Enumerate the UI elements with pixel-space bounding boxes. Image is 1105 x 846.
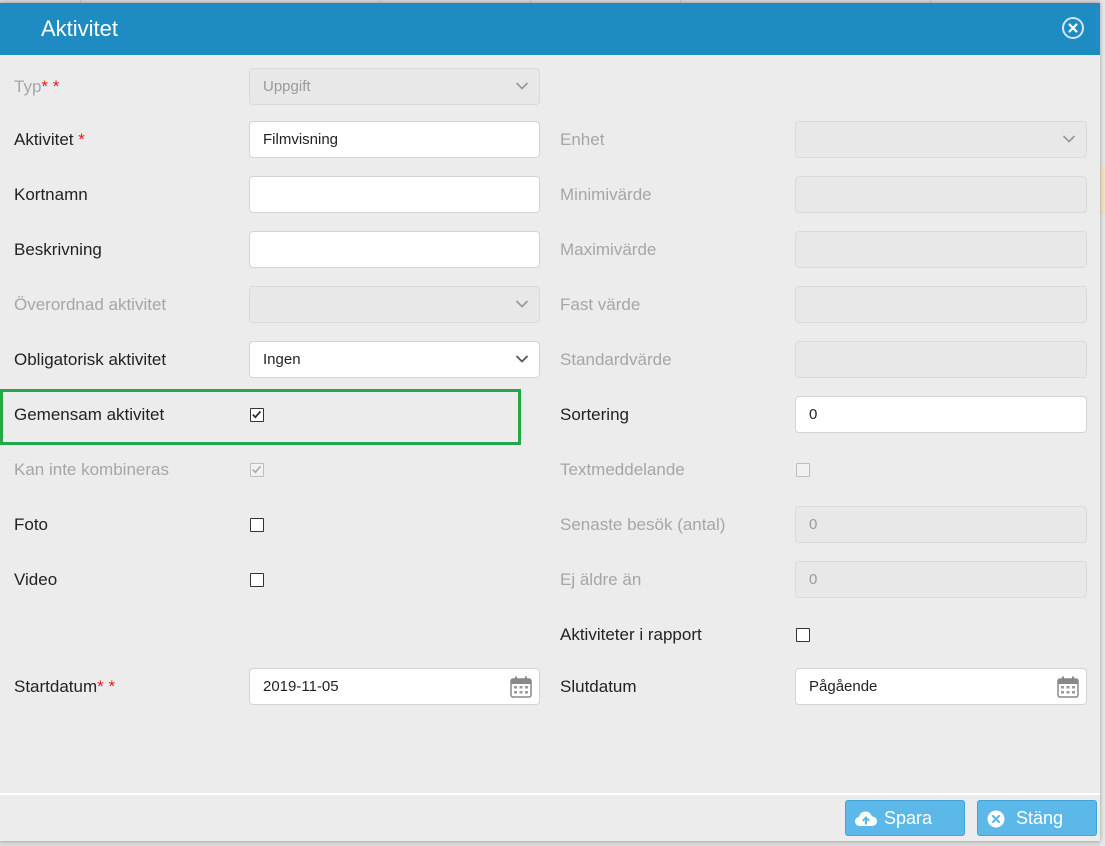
activity-dialog: Aktivitet Typ* * Uppgift Aktivitet * Fil…	[0, 3, 1100, 841]
kortnamn-label: Kortnamn	[14, 185, 88, 204]
calendar-icon[interactable]	[509, 675, 533, 699]
overordnad-label: Överordnad aktivitet	[14, 295, 167, 314]
textmeddelande-label: Textmeddelande	[560, 460, 685, 479]
kan-inte-checkbox[interactable]	[250, 463, 264, 477]
typ-select[interactable]: Uppgift	[249, 68, 540, 105]
chevron-down-icon	[1062, 135, 1076, 143]
overordnad-select[interactable]	[249, 286, 540, 323]
sortering-input[interactable]: 0	[795, 396, 1087, 433]
textmeddelande-checkbox[interactable]	[796, 463, 810, 477]
standardvarde-input[interactable]	[795, 341, 1087, 378]
footer-divider	[0, 793, 1100, 795]
checkmark-icon	[252, 410, 262, 419]
senaste-besok-label: Senaste besök (antal)	[560, 515, 726, 534]
gemensam-label: Gemensam aktivitet	[14, 405, 165, 424]
dialog-title: Aktivitet	[41, 16, 119, 41]
standardvarde-label: Standardvärde	[560, 350, 672, 369]
slutdatum-input[interactable]: Pågående	[795, 668, 1087, 705]
obligatorisk-label: Obligatorisk aktivitet	[14, 350, 167, 369]
chevron-down-icon	[515, 355, 529, 363]
dialog-header: Aktivitet	[0, 3, 1100, 55]
aktivitet-input[interactable]: Filmvisning	[249, 121, 540, 158]
maximivarde-input[interactable]	[795, 231, 1087, 268]
video-checkbox[interactable]	[250, 573, 264, 587]
beskrivning-label: Beskrivning	[14, 240, 102, 259]
background-page-edge	[1100, 0, 1105, 846]
kan-inte-label: Kan inte kombineras	[14, 460, 169, 479]
calendar-icon[interactable]	[1056, 675, 1080, 699]
kortnamn-input[interactable]	[249, 176, 540, 213]
ej-aldre-an-input[interactable]: 0	[795, 561, 1087, 598]
aktivitet-label: Aktivitet *	[14, 130, 85, 149]
close-circle-icon	[987, 810, 1005, 828]
aktiviteter-rapport-checkbox[interactable]	[796, 628, 810, 642]
gemensam-checkbox[interactable]	[250, 408, 264, 422]
close-icon[interactable]	[1062, 17, 1084, 39]
maximivarde-label: Maximivärde	[560, 240, 657, 259]
checkmark-icon	[252, 465, 262, 474]
fast-varde-input[interactable]	[795, 286, 1087, 323]
startdatum-input[interactable]: 2019-11-05	[249, 668, 540, 705]
fast-varde-label: Fast värde	[560, 295, 641, 314]
chevron-down-icon	[515, 82, 529, 90]
minimivarde-label: Minimivärde	[560, 185, 652, 204]
chevron-down-icon	[515, 300, 529, 308]
video-label: Video	[14, 570, 58, 589]
slutdatum-label: Slutdatum	[560, 677, 637, 696]
cloud-upload-icon	[855, 811, 877, 826]
foto-label: Foto	[14, 515, 49, 534]
enhet-select[interactable]	[795, 121, 1087, 158]
ej-aldre-an-label: Ej äldre än	[560, 570, 642, 589]
foto-checkbox[interactable]	[250, 518, 264, 532]
enhet-label: Enhet	[560, 130, 605, 149]
typ-label: Typ* *	[14, 77, 60, 96]
senaste-besok-input[interactable]: 0	[795, 506, 1087, 543]
minimivarde-input[interactable]	[795, 176, 1087, 213]
aktiviteter-rapport-label: Aktiviteter i rapport	[560, 625, 702, 644]
sortering-label: Sortering	[560, 405, 629, 424]
beskrivning-input[interactable]	[249, 231, 540, 268]
startdatum-label: Startdatum* *	[14, 677, 116, 696]
obligatorisk-select[interactable]: Ingen	[249, 341, 540, 378]
save-button[interactable]: Spara	[845, 800, 965, 836]
stang-button[interactable]: Stäng	[977, 800, 1097, 836]
